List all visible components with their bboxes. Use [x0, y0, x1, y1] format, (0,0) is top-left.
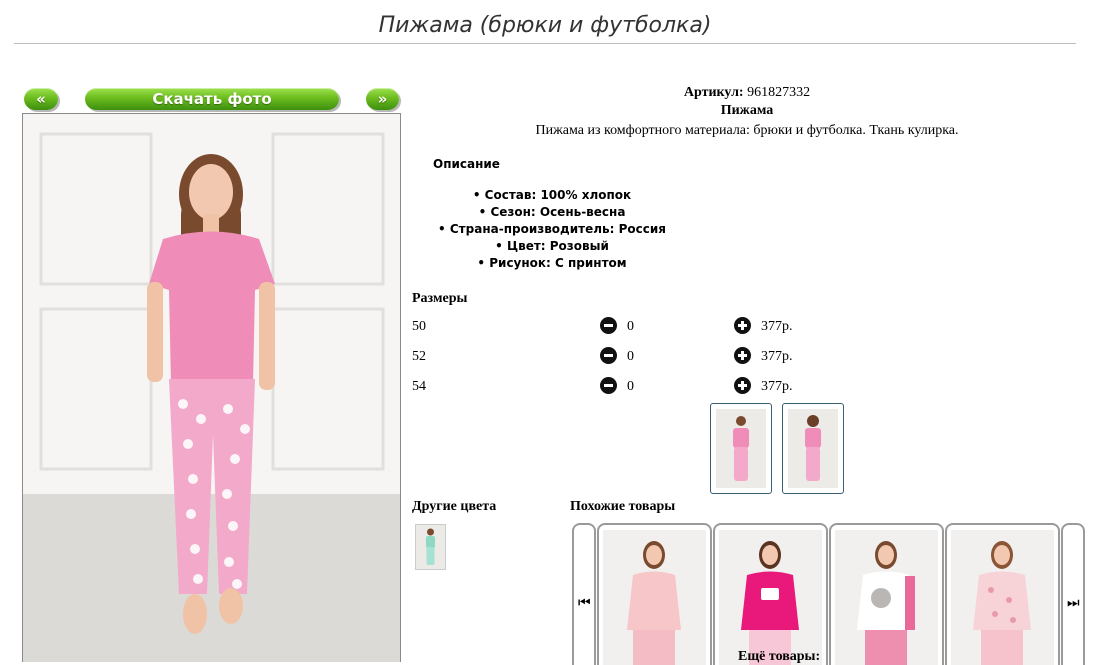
- size-row: 54 0 377р.: [412, 377, 812, 399]
- carousel-prev-button[interactable]: ⏮: [572, 523, 596, 665]
- next-photo-button[interactable]: »: [366, 88, 399, 110]
- price-value: 377р.: [761, 349, 793, 364]
- price-value: 377р.: [761, 379, 793, 394]
- main-product-photo[interactable]: [22, 113, 401, 662]
- minus-circle-icon[interactable]: [600, 377, 617, 394]
- thumbnail-front-image: [716, 409, 766, 488]
- similar-product-card[interactable]: [945, 523, 1060, 665]
- size-value: 52: [412, 349, 426, 364]
- quantity-value: 0: [627, 349, 634, 364]
- minus-circle-icon[interactable]: [600, 347, 617, 364]
- similar-product-image: [603, 530, 706, 665]
- minus-circle-icon[interactable]: [600, 317, 617, 334]
- property-item: • Цвет: Розовый: [495, 239, 609, 253]
- article-label: Артикул:: [683, 85, 744, 100]
- thumbnail-back-image: [788, 409, 838, 488]
- property-item: • Состав: 100% хлопок: [472, 188, 632, 202]
- size-value: 50: [412, 319, 426, 334]
- property-item: • Страна-производитель: Россия: [438, 222, 666, 236]
- more-products-label[interactable]: Ещё товары:: [738, 650, 820, 664]
- size-row: 52 0 377р.: [412, 347, 812, 369]
- product-info: Артикул: 961827332 Пижама Пижама из комф…: [412, 84, 1082, 140]
- prev-photo-button[interactable]: «: [24, 88, 58, 110]
- product-short-description: Пижама из комфортного материала: брюки и…: [535, 123, 959, 138]
- similar-product-card[interactable]: [829, 523, 944, 665]
- similar-product-card[interactable]: [713, 523, 828, 665]
- sizes-heading: Размеры: [412, 291, 468, 306]
- description-heading: Описание: [433, 157, 500, 171]
- carousel-next-button[interactable]: ⏭: [1061, 523, 1085, 665]
- skip-forward-icon: ⏭: [1067, 596, 1080, 611]
- article-line: Артикул: 961827332: [412, 84, 1082, 102]
- similar-products-heading: Похожие товары: [570, 499, 676, 514]
- properties-list: • Состав: 100% хлопок • Сезон: Осень-вес…: [412, 187, 692, 272]
- plus-circle-icon[interactable]: [734, 377, 751, 394]
- product-name: Пижама: [720, 103, 774, 118]
- size-row: 50 0 377р.: [412, 317, 812, 339]
- article-value: 961827332: [747, 85, 811, 100]
- property-item: • Рисунок: С принтом: [477, 256, 627, 270]
- page-title: Пижама (брюки и футболка): [14, 10, 1076, 44]
- quantity-value: 0: [627, 379, 634, 394]
- plus-circle-icon[interactable]: [734, 317, 751, 334]
- similar-product-image: [951, 530, 1054, 665]
- model-pajama-illustration: [23, 114, 400, 662]
- property-item: • Сезон: Осень-весна: [478, 205, 626, 219]
- mint-pajama-image: [426, 528, 435, 565]
- quantity-value: 0: [627, 319, 634, 334]
- plus-circle-icon[interactable]: [734, 347, 751, 364]
- similar-product-image: [719, 530, 822, 665]
- skip-back-icon: ⏮: [578, 596, 591, 611]
- size-value: 54: [412, 379, 426, 394]
- photo-thumbnail[interactable]: [710, 403, 772, 494]
- similar-product-card[interactable]: [597, 523, 712, 665]
- download-photo-button[interactable]: Скачать фото: [85, 88, 339, 110]
- other-colors-heading: Другие цвета: [412, 499, 497, 514]
- photo-thumbnail[interactable]: [782, 403, 844, 494]
- price-value: 377р.: [761, 319, 793, 334]
- color-variant-thumbnail[interactable]: [415, 524, 446, 570]
- similar-product-image: [835, 530, 938, 665]
